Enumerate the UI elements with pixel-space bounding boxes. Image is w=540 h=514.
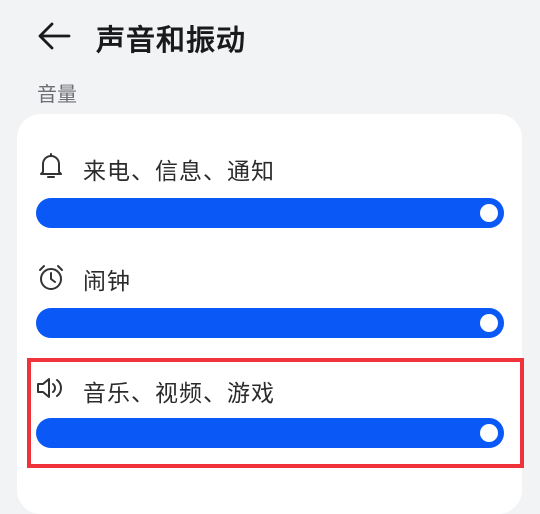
slider-fill xyxy=(36,198,504,228)
volume-row-label: 来电、信息、通知 xyxy=(83,159,275,185)
slider-thumb[interactable] xyxy=(480,424,498,442)
section-label-volume: 音量 xyxy=(37,82,77,106)
volume-slider-ring[interactable] xyxy=(36,198,504,228)
bell-icon xyxy=(35,150,67,182)
volume-row-alarm: 闹钟 xyxy=(17,234,522,344)
slider-thumb[interactable] xyxy=(480,204,498,222)
volume-row-ring: 来电、信息、通知 xyxy=(17,114,522,234)
back-arrow-icon xyxy=(37,21,71,55)
back-button[interactable] xyxy=(30,14,78,62)
page-title: 声音和振动 xyxy=(96,23,247,57)
volume-slider-alarm[interactable] xyxy=(36,308,504,338)
alarm-clock-icon xyxy=(35,262,67,294)
slider-thumb[interactable] xyxy=(480,314,498,332)
volume-card: 来电、信息、通知 闹钟 音乐、视频、游戏 xyxy=(17,114,522,514)
volume-row-label: 闹钟 xyxy=(83,269,131,295)
slider-fill xyxy=(36,418,504,448)
volume-row-label: 音乐、视频、游戏 xyxy=(83,381,275,407)
volume-row-media: 音乐、视频、游戏 xyxy=(17,344,522,474)
slider-fill xyxy=(36,308,504,338)
speaker-icon xyxy=(35,372,67,404)
header: 声音和振动 xyxy=(0,0,540,76)
volume-slider-media[interactable] xyxy=(36,418,504,448)
